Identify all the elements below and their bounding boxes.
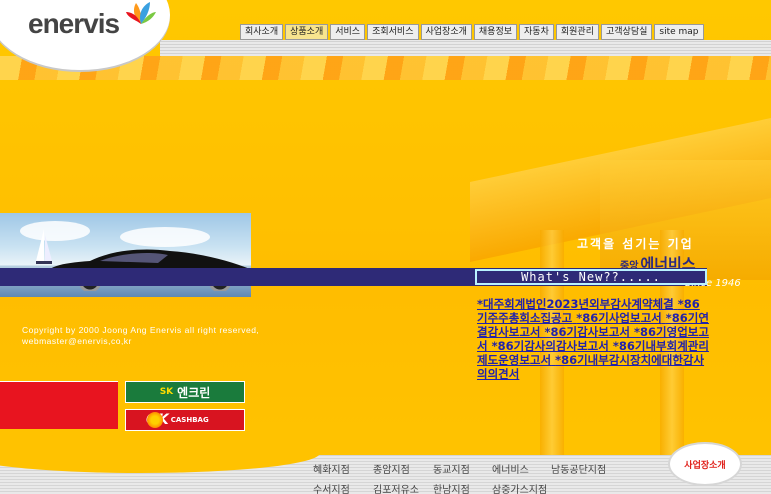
nav-sites[interactable]: 사업장소개	[420, 24, 472, 40]
station-link-samjung[interactable]: 삼중가스지점	[492, 481, 547, 494]
nav-sitemap[interactable]: site map	[654, 24, 704, 40]
news-item[interactable]: *86기감사의감사보고서	[492, 339, 609, 353]
nav-services[interactable]: 서비스	[330, 24, 366, 40]
business-sites-button[interactable]: 사업장소개	[668, 442, 742, 486]
nav-members[interactable]: 회원관리	[555, 24, 599, 40]
cashbag-label: CASHBAG	[170, 416, 209, 424]
station-link-suseo[interactable]: 수서지점	[313, 481, 350, 494]
station-link-hannam[interactable]: 한남지점	[433, 481, 470, 494]
header-strip	[160, 40, 771, 56]
station-link-gimpo[interactable]: 김포저유소	[373, 481, 419, 494]
nav-company[interactable]: 회사소개	[240, 24, 284, 40]
nav-careers[interactable]: 채용정보	[473, 24, 518, 40]
ok-cashbag-banner[interactable]: OK CASHBAG	[125, 409, 245, 431]
whats-new-box: What's New??.....	[475, 269, 707, 285]
copyright-line: Copyright by 2000 Joong Ang Enervis all …	[22, 325, 260, 335]
whats-new-title: What's New??.....	[521, 270, 661, 284]
news-item[interactable]: *86기사업보고서	[576, 311, 662, 325]
news-item[interactable]: *86기감사보고서	[545, 325, 631, 339]
news-item[interactable]: *대주회계법인2023년외부감사계약체결	[477, 297, 674, 311]
nav-support[interactable]: 고객상담실	[601, 24, 653, 40]
cloud-graphic	[20, 221, 90, 241]
sk-ensclean-banner[interactable]: SK 엔크린	[125, 381, 245, 403]
logo-petals-icon	[126, 2, 156, 24]
slogan-text: 고객을 섬기는 기업	[577, 237, 694, 251]
webmaster-email[interactable]: webmaster@enervis,co,kr	[22, 336, 259, 347]
ensclean-label: 엔크린	[177, 385, 211, 400]
nav-automobile[interactable]: 자동차	[519, 24, 554, 40]
red-promo-banner[interactable]	[0, 381, 118, 429]
station-link-donggyo[interactable]: 동교지점	[433, 461, 470, 476]
nav-products[interactable]: 상품소개	[285, 24, 329, 40]
top-navigation: 회사소개 상품소개 서비스 조회서비스 사업장소개 채용정보 자동차 회원관리 …	[240, 24, 704, 40]
enervis-logo[interactable]: enervis	[28, 8, 120, 40]
sk-label: SK	[159, 387, 174, 397]
station-link-jongam[interactable]: 종암지점	[373, 461, 410, 476]
ok-burst-icon	[147, 412, 163, 428]
station-link-enervis[interactable]: 에너비스	[492, 461, 529, 476]
station-link-namdong[interactable]: 남동공단지점	[551, 461, 606, 476]
nav-inquiry[interactable]: 조회서비스	[367, 24, 419, 40]
station-link-hyehwa[interactable]: 혜화지점	[313, 461, 350, 476]
copyright: Copyright by 2000 Joong Ang Enervis all …	[22, 325, 259, 347]
news-list: *대주회계법인2023년외부감사계약체결 *86기주주총회소집공고 *86기사업…	[477, 297, 709, 381]
